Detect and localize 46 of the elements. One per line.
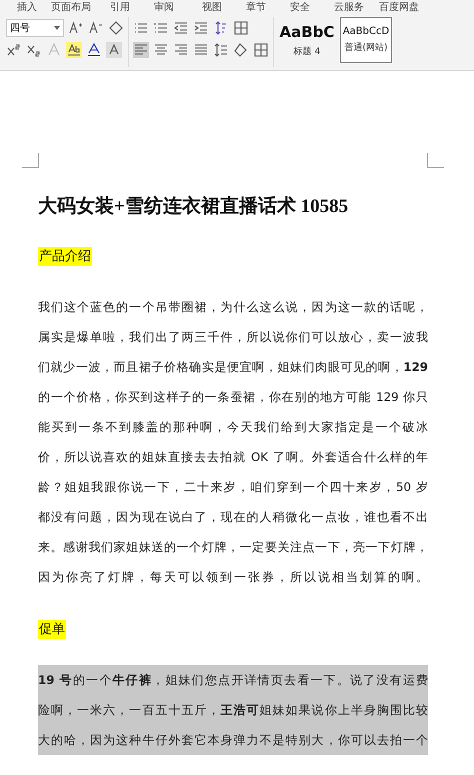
style-preset[interactable]: AaBbC 标题 4 — [277, 17, 337, 63]
char-shading-icon[interactable] — [106, 42, 122, 58]
grow-font-icon[interactable] — [68, 20, 84, 36]
font-color-icon[interactable] — [86, 42, 102, 58]
paragraph-line: 因为你亮了灯牌，每天可以领到一张券，所以说相当划算的啊。 — [38, 569, 428, 586]
paragraph-line: 能买到一条不到膝盖的那种啊，今天我们给到大家指定是一个破冰 — [38, 419, 428, 436]
caret-icon — [54, 26, 60, 30]
menu-tab[interactable]: 插入 — [12, 2, 42, 13]
font-size-field[interactable]: 四号 — [6, 19, 64, 37]
outdent-icon[interactable] — [173, 20, 189, 36]
menu-tab[interactable]: 章节 — [236, 2, 276, 13]
paragraph-line: 的一个价格，你买到这样子的一条蚕裙，你在别的地方可能 129 你只 — [38, 389, 428, 406]
menu-tab[interactable]: 审阅 — [140, 2, 188, 13]
section-heading: 促单 — [38, 620, 66, 639]
shading-icon[interactable] — [233, 42, 249, 58]
paragraph-line: 19 号的一个牛仔裤，姐妹们您点开详情页去看一下。说了没有运费 — [38, 672, 428, 689]
align-left-icon[interactable] — [133, 42, 149, 58]
line-spacing-icon[interactable] — [213, 42, 229, 58]
style-preset[interactable]: AaBbCcD 普通(网站) — [340, 17, 392, 63]
sort-icon[interactable] — [213, 20, 229, 36]
paragraph-line: 属实是爆单啦，我们出了两三千件，所以说你们可以放心，卖一波我 — [38, 329, 428, 346]
highlight-icon[interactable] — [66, 42, 82, 58]
paragraph-line: 价，所以说喜欢的姐妹直接去去拍就 OK 了啊。外套适合什么样的年 — [38, 449, 428, 466]
menu-tab[interactable]: 百度网盘 — [374, 2, 424, 13]
eraser-icon[interactable] — [108, 20, 124, 36]
paragraph-line: 们就少一波，而且裙子价格确实是便宜啊，姐妹们肉眼可见的啊，129 — [38, 359, 428, 376]
paragraph-line: 大的哈，因为这种牛仔外套它本身弹力不是特别大，你可以去拍一个 — [38, 732, 428, 749]
menu-tab[interactable]: 视图 — [188, 2, 236, 13]
shrink-font-icon[interactable] — [88, 20, 104, 36]
menu-tab[interactable]: 页面布局 — [42, 2, 100, 13]
table-icon[interactable] — [233, 20, 249, 36]
indent-icon[interactable] — [193, 20, 209, 36]
border-icon[interactable] — [253, 42, 269, 58]
section-heading: 产品介绍 — [38, 247, 92, 266]
paragraph-line: 我们这个蓝色的一个吊带圈裙，为什么这么说，因为这一款的话呢， — [38, 299, 428, 316]
paragraph-line: 龄？姐姐我跟你说一下，二十来岁，咱们穿到一个四十来岁，50 岁 — [38, 479, 428, 496]
paragraph-line: 险啊，一米六，一百五十五斤，王浩可姐妹如果说你上半身胸围比较 — [38, 702, 428, 719]
margin-corner-mark — [22, 153, 39, 168]
menu-tab[interactable]: 安全 — [276, 2, 324, 13]
superscript-icon[interactable] — [6, 42, 22, 58]
document-title: 大码女装+雪纺连衣裙直播话术 10585 — [38, 194, 350, 219]
paragraph-line: 来。感谢我们家姐妹送的一个灯牌，一定要关注点一下，亮一下灯牌， — [38, 539, 428, 556]
menu-tab[interactable]: 引用 — [100, 2, 140, 13]
margin-corner-mark — [427, 153, 444, 168]
menu-tab[interactable]: 云服务 — [324, 2, 374, 13]
paragraph-line: 都没有问题，因为现在说白了，现在的人稍微化一点妆，谁也看不出 — [38, 509, 428, 526]
